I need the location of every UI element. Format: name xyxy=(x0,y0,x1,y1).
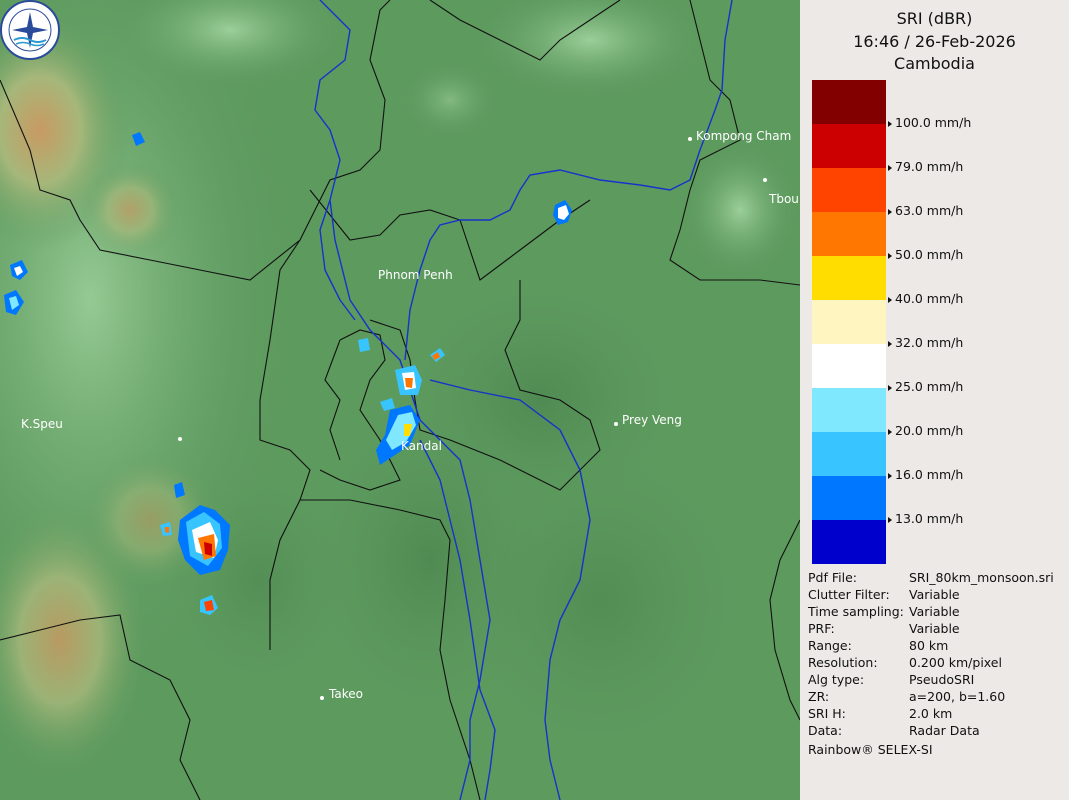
product-title: SRI (dBR) xyxy=(896,9,973,28)
metadata-row: Clutter Filter: Variable xyxy=(808,587,960,602)
metadata-value: Variable xyxy=(909,621,960,636)
city-label-k-speu: K.Speu xyxy=(21,417,63,431)
legend-swatch xyxy=(812,476,886,520)
legend-swatch xyxy=(812,432,886,476)
legend-label: 79.0 mm/h xyxy=(895,159,964,174)
metadata-key: Resolution: xyxy=(808,655,878,670)
legend-tick xyxy=(888,385,892,391)
region-name: Cambodia xyxy=(894,54,975,73)
city-dot-kompong-cham xyxy=(688,137,692,141)
city-dot-k-speu xyxy=(178,437,182,441)
legend-swatch xyxy=(812,300,886,344)
metadata-value: Variable xyxy=(909,587,960,602)
legend-tick xyxy=(888,121,892,127)
city-label-takeo: Takeo xyxy=(329,687,363,701)
metadata-key: Alg type: xyxy=(808,672,865,687)
metadata-row: PRF: Variable xyxy=(808,621,960,636)
agency-logo xyxy=(0,0,60,60)
legend-tick xyxy=(888,429,892,435)
legend-panel: SRI (dBR) 16:46 / 26-Feb-2026 Cambodia 1… xyxy=(800,0,1069,800)
metadata-key: SRI H: xyxy=(808,706,846,721)
legend-tick xyxy=(888,209,892,215)
legend-tick xyxy=(888,473,892,479)
metadata-value: 2.0 km xyxy=(909,706,953,721)
metadata-row: Range: 80 km xyxy=(808,638,948,653)
legend-swatch xyxy=(812,124,886,168)
city-label-kandal: Kandal xyxy=(401,439,442,453)
metadata-row: ZR: a=200, b=1.60 xyxy=(808,689,1005,704)
metadata-key: Data: xyxy=(808,723,843,738)
metadata-row: Alg type: PseudoSRI xyxy=(808,672,974,687)
metadata-key: Pdf File: xyxy=(808,570,857,585)
metadata-value: Variable xyxy=(909,604,960,619)
legend-label: 63.0 mm/h xyxy=(895,203,964,218)
legend-tick xyxy=(888,165,892,171)
metadata-key: Time sampling: xyxy=(808,604,904,619)
legend-tick xyxy=(888,341,892,347)
city-label-tbou: Tbou xyxy=(769,192,799,206)
legend-label: 13.0 mm/h xyxy=(895,511,964,526)
metadata-value: Radar Data xyxy=(909,723,980,738)
legend-swatch xyxy=(812,388,886,432)
metadata-value: PseudoSRI xyxy=(909,672,975,687)
legend-swatch xyxy=(812,80,886,124)
metadata-value: SRI_80km_monsoon.sri xyxy=(909,570,1054,585)
legend-label: 16.0 mm/h xyxy=(895,467,964,482)
legend-label: 20.0 mm/h xyxy=(895,423,964,438)
city-label-prey-veng: Prey Veng xyxy=(622,413,682,427)
metadata-key: ZR: xyxy=(808,689,830,704)
metadata-value: 0.200 km/pixel xyxy=(909,655,1002,670)
city-label-phnom-penh: Phnom Penh xyxy=(378,268,453,282)
legend-label: 32.0 mm/h xyxy=(895,335,964,350)
metadata-key: Clutter Filter: xyxy=(808,587,890,602)
legend-label: 25.0 mm/h xyxy=(895,379,964,394)
radar-map[interactable]: Kompong Cham Tbou Phnom Penh Prey Veng K… xyxy=(0,0,800,800)
metadata-row: SRI H: 2.0 km xyxy=(808,706,952,721)
legend-label: 40.0 mm/h xyxy=(895,291,964,306)
legend-label: 50.0 mm/h xyxy=(895,247,964,262)
metadata-row: Time sampling: Variable xyxy=(808,604,960,619)
legend-swatch xyxy=(812,520,886,564)
timestamp: 16:46 / 26-Feb-2026 xyxy=(853,32,1016,51)
legend-label: 100.0 mm/h xyxy=(895,115,972,130)
city-dot-prey-veng xyxy=(614,422,618,426)
city-dot-tbou xyxy=(763,178,767,182)
legend-tick xyxy=(888,253,892,259)
legend-swatch xyxy=(812,168,886,212)
footer-credit: Rainbow® SELEX-SI xyxy=(808,742,933,757)
metadata-row: Pdf File: SRI_80km_monsoon.sri xyxy=(808,570,1054,585)
terrain-layer xyxy=(0,0,800,800)
metadata-row: Resolution: 0.200 km/pixel xyxy=(808,655,1002,670)
city-dot-takeo xyxy=(320,696,324,700)
legend-swatch xyxy=(812,212,886,256)
metadata-value: a=200, b=1.60 xyxy=(909,689,1006,704)
legend-tick xyxy=(888,517,892,523)
metadata-row: Data: Radar Data xyxy=(808,723,980,738)
city-label-kompong-cham: Kompong Cham xyxy=(696,129,792,143)
metadata-key: PRF: xyxy=(808,621,835,636)
legend-swatch xyxy=(812,256,886,300)
legend-swatch xyxy=(812,344,886,388)
legend-tick xyxy=(888,297,892,303)
metadata-value: 80 km xyxy=(909,638,949,653)
metadata-key: Range: xyxy=(808,638,852,653)
